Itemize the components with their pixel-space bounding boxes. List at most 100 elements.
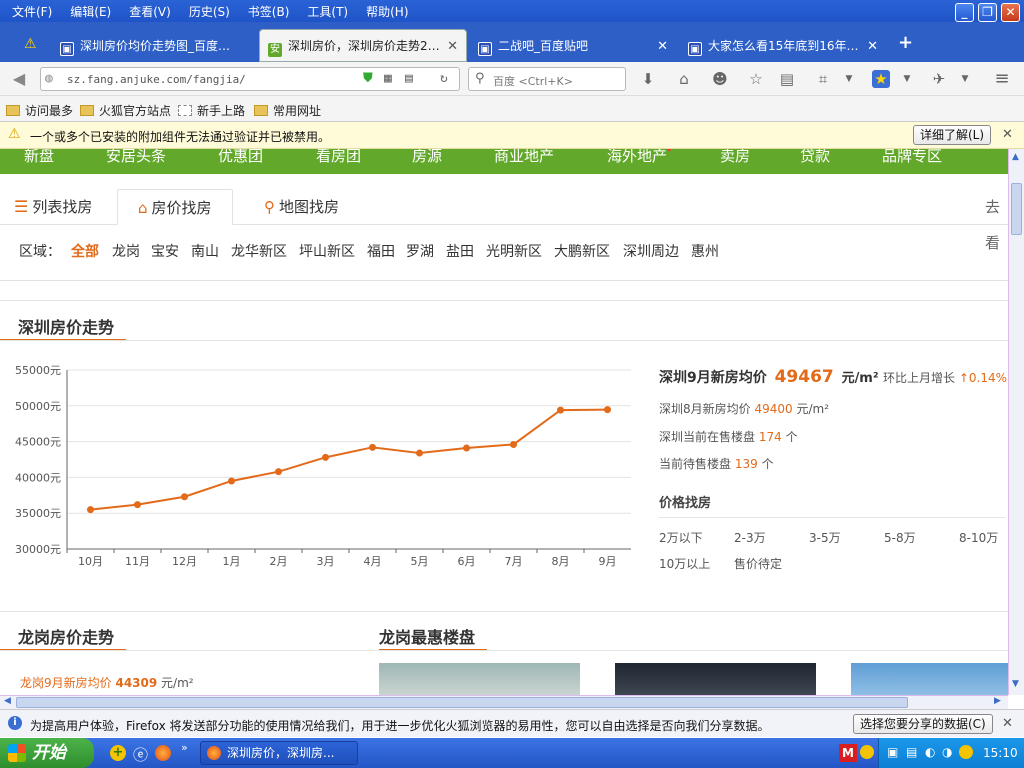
qr-icon[interactable]: ▦	[384, 71, 392, 86]
menu-history[interactable]: 历史(S)	[183, 0, 236, 23]
new-tab-button[interactable]: +	[898, 32, 913, 53]
property-photo[interactable]	[615, 663, 816, 695]
addon-icon[interactable]: ✈	[930, 70, 948, 88]
site-nav-commercial[interactable]: 商业地产	[494, 149, 554, 166]
horizontal-scrollbar[interactable]: ◀ ▶	[0, 695, 1008, 709]
region-baoan[interactable]: 宝安	[151, 241, 179, 261]
learn-more-button[interactable]: 详细了解(L)	[913, 125, 992, 145]
property-photo[interactable]	[379, 663, 580, 695]
site-nav-tours[interactable]: 看房团	[316, 149, 361, 166]
site-nav-deals[interactable]: 优惠团	[218, 149, 263, 166]
region-longhua[interactable]: 龙华新区	[231, 241, 287, 261]
url-bar[interactable]: ◍ sz.fang.anjuke.com/fangjia/ ⛊ ▦ ▤ ↻	[40, 67, 460, 91]
region-yantian[interactable]: 盐田	[446, 241, 474, 261]
bookmark-firefox[interactable]: 火狐官方站点	[80, 102, 171, 119]
price-filter-30-50k[interactable]: 3-5万	[809, 529, 841, 546]
chevron-down-icon[interactable]: ▼	[840, 70, 858, 88]
bookmark-common[interactable]: 常用网址	[254, 102, 321, 119]
screenshot-icon[interactable]: ⌗	[814, 70, 832, 88]
chevron-down-icon[interactable]: ▼	[956, 70, 974, 88]
site-nav-headlines[interactable]: 安居头条	[106, 149, 166, 166]
close-tab-icon[interactable]: ✕	[657, 31, 668, 62]
reader-icon[interactable]: ▤	[405, 71, 413, 86]
start-button[interactable]: 开始	[0, 738, 94, 768]
tab-1[interactable]: ▣ 深圳房价均价走势图_百度…	[52, 31, 256, 62]
scroll-left-icon[interactable]: ◀	[4, 696, 11, 706]
tab-price-view[interactable]: ⌂ 房价找房	[117, 189, 233, 225]
bookmark-most-visited[interactable]: 访问最多	[6, 102, 73, 119]
quicklaunch-icon[interactable]: +	[110, 745, 126, 761]
search-bar[interactable]: ⚲ 百度 <Ctrl+K>	[468, 67, 626, 91]
scroll-thumb[interactable]	[1011, 183, 1022, 235]
region-futian[interactable]: 福田	[367, 241, 395, 261]
tab-2-active[interactable]: 安深圳房价，深圳房价走势2… ✕	[259, 29, 467, 62]
close-notice-icon[interactable]: ✕	[1002, 127, 1013, 142]
region-luohu[interactable]: 罗湖	[406, 241, 434, 261]
menu-tools[interactable]: 工具(T)	[301, 0, 354, 23]
menu-view[interactable]: 查看(V)	[123, 0, 177, 23]
scroll-thumb[interactable]	[16, 697, 908, 708]
tab-list-view[interactable]: ☰ 列表找房	[14, 189, 92, 225]
display-icon[interactable]: ▤	[906, 745, 917, 759]
scroll-up-icon[interactable]: ▲	[1012, 152, 1019, 162]
price-filter-50-80k[interactable]: 5-8万	[884, 529, 916, 546]
security-icon[interactable]	[959, 745, 973, 759]
bookmark-star-icon[interactable]: ☆	[747, 70, 765, 88]
close-tab-icon[interactable]: ✕	[867, 31, 878, 62]
firefox-icon[interactable]	[155, 745, 171, 761]
menu-file[interactable]: 文件(F)	[6, 0, 58, 23]
region-huizhou[interactable]: 惠州	[691, 241, 719, 261]
go-see-link[interactable]: 去看	[985, 189, 1008, 252]
region-guangming[interactable]: 光明新区	[486, 241, 542, 261]
addon-star-icon[interactable]: ★	[872, 70, 890, 88]
sync-icon[interactable]: ◑	[942, 745, 952, 759]
tab-map-view[interactable]: ⚲ 地图找房	[264, 189, 339, 225]
taskbar-firefox-window[interactable]: 深圳房价，深圳房...	[200, 741, 358, 765]
bookmark-getting-started[interactable]: 新手上路	[178, 102, 245, 119]
site-nav-listings[interactable]: 房源	[412, 149, 442, 166]
chevron-right-icon[interactable]: »	[181, 741, 188, 754]
download-icon[interactable]: ⬇	[639, 70, 657, 88]
property-photo[interactable]	[851, 663, 1008, 695]
close-bar-icon[interactable]: ✕	[1002, 716, 1013, 731]
region-outskirts[interactable]: 深圳周边	[623, 241, 679, 261]
choose-data-button[interactable]: 选择您要分享的数据(C)	[853, 714, 993, 734]
tab-3[interactable]: ▣ 二战吧_百度贴吧 ✕	[470, 31, 676, 62]
menu-edit[interactable]: 编辑(E)	[64, 0, 117, 23]
smiley-icon[interactable]: ☻	[711, 70, 729, 88]
price-filter-tbd[interactable]: 售价待定	[734, 555, 782, 572]
hamburger-menu-icon[interactable]: ≡	[993, 70, 1011, 88]
price-filter-20-30k[interactable]: 2-3万	[734, 529, 766, 546]
reading-list-icon[interactable]: ▤	[778, 70, 796, 88]
site-nav-new[interactable]: 新盘	[24, 149, 54, 166]
network-icon[interactable]: ▣	[887, 745, 898, 759]
price-filter-80-100k[interactable]: 8-10万	[959, 529, 998, 546]
chevron-down-icon[interactable]: ▼	[898, 70, 916, 88]
minimize-button[interactable]: _	[955, 3, 974, 22]
region-pingshan[interactable]: 坪山新区	[299, 241, 355, 261]
close-tab-icon[interactable]: ✕	[447, 30, 458, 61]
mail-icon[interactable]: M	[839, 744, 857, 762]
price-filter-over-100k[interactable]: 10万以上	[659, 555, 710, 572]
back-icon[interactable]: ◀	[10, 70, 28, 88]
region-dapeng[interactable]: 大鹏新区	[554, 241, 610, 261]
price-filter-under-20k[interactable]: 2万以下	[659, 529, 703, 546]
tab-4[interactable]: ▣ 大家怎么看15年底到16年… ✕	[680, 31, 886, 62]
region-longgang[interactable]: 龙岗	[112, 241, 140, 261]
scroll-right-icon[interactable]: ▶	[994, 696, 1001, 706]
scroll-down-icon[interactable]: ▼	[1012, 679, 1019, 689]
region-all[interactable]: 全部	[71, 241, 99, 261]
menu-bookmarks[interactable]: 书签(B)	[242, 0, 296, 23]
ie-icon[interactable]: ⓔ	[133, 744, 148, 765]
region-nanshan[interactable]: 南山	[191, 241, 219, 261]
site-nav-brands[interactable]: 品牌专区	[882, 149, 942, 166]
site-nav-loan[interactable]: 贷款	[800, 149, 830, 166]
site-nav-sell[interactable]: 卖房	[720, 149, 750, 166]
home-icon[interactable]: ⌂	[675, 70, 693, 88]
close-window-button[interactable]: ✕	[1001, 3, 1020, 22]
restore-button[interactable]: ❐	[978, 3, 997, 22]
menu-help[interactable]: 帮助(H)	[360, 0, 414, 23]
volume-icon[interactable]: ◐	[925, 745, 935, 759]
site-nav-overseas[interactable]: 海外地产	[607, 149, 672, 166]
tray-icon[interactable]	[860, 745, 874, 759]
